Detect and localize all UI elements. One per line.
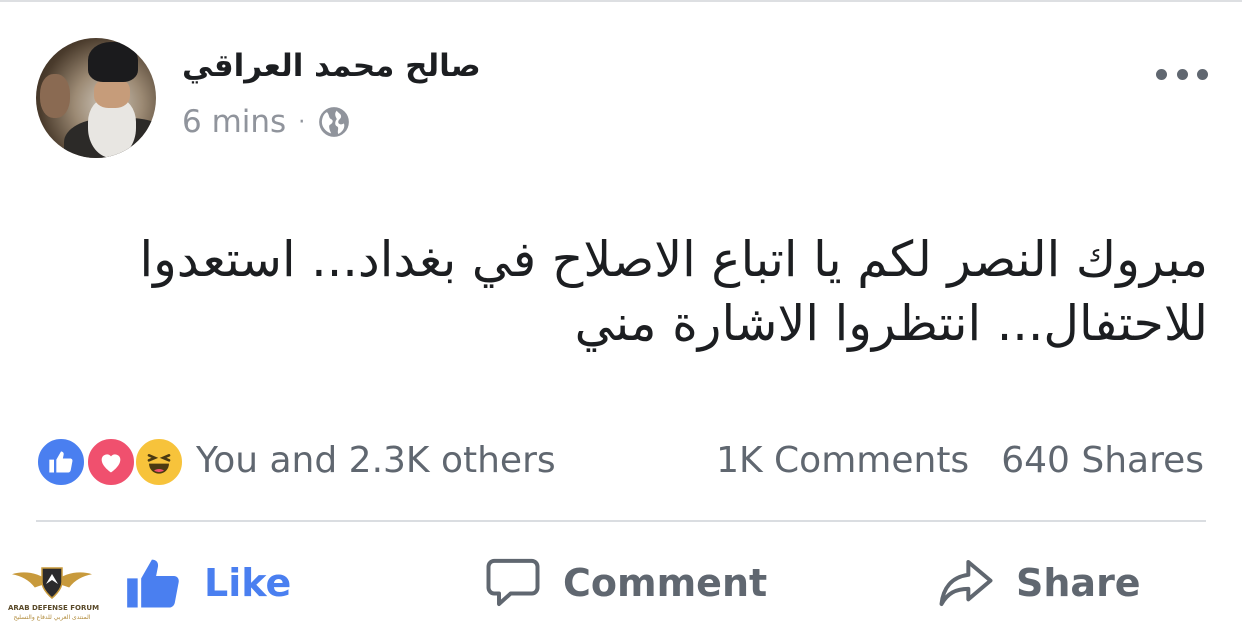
like-button[interactable]: Like	[126, 548, 291, 618]
logo-shield-icon	[41, 567, 63, 599]
share-arrow-icon	[939, 560, 993, 606]
avatar-turban	[88, 42, 138, 82]
logo-text-arabic: المنتدى العربي للدفاع والتسليح	[13, 614, 91, 621]
author-name[interactable]: صالح محمد العراقي	[182, 48, 481, 84]
haha-reaction-icon	[134, 437, 184, 487]
share-button[interactable]: Share	[938, 548, 1141, 618]
share-label: Share	[1016, 561, 1141, 605]
reaction-icons[interactable]	[36, 437, 186, 487]
arab-defense-forum-logo: ARAB DEFENSE FORUM المنتدى العربي للدفاع…	[8, 560, 100, 624]
more-dot	[1176, 68, 1188, 80]
post-text: مبروك النصر لكم يا اتباع الاصلاح في بغدا…	[139, 231, 1208, 352]
love-reaction-icon	[86, 437, 136, 487]
top-divider	[0, 0, 1242, 2]
post-meta: 6 mins ·	[182, 104, 351, 140]
more-options-button[interactable]	[1156, 66, 1208, 82]
action-bar: Like Comment Share	[0, 548, 1242, 618]
avatar-face	[94, 78, 130, 108]
logo-text-english: ARAB DEFENSE FORUM	[8, 604, 100, 612]
like-reaction-icon	[36, 437, 86, 487]
thumbs-up-icon	[127, 559, 179, 608]
avatar[interactable]	[36, 38, 156, 158]
post-time[interactable]: 6 mins	[182, 104, 286, 140]
comment-bubble-icon	[486, 558, 540, 606]
reaction-summary[interactable]: You and 2.3K others	[196, 440, 556, 481]
avatar-background-figure	[40, 74, 70, 118]
like-label: Like	[204, 561, 292, 605]
more-dot	[1156, 68, 1167, 80]
action-divider	[36, 520, 1206, 522]
meta-separator: ·	[298, 109, 306, 135]
shares-count[interactable]: 640 Shares	[1001, 440, 1204, 481]
globe-icon[interactable]	[317, 105, 351, 139]
comment-button[interactable]: Comment	[485, 548, 767, 618]
more-dot	[1197, 68, 1208, 80]
comments-count[interactable]: 1K Comments	[716, 440, 969, 481]
comment-label: Comment	[563, 561, 768, 605]
engagement-counts: 1K Comments 640 Shares	[716, 440, 1204, 481]
